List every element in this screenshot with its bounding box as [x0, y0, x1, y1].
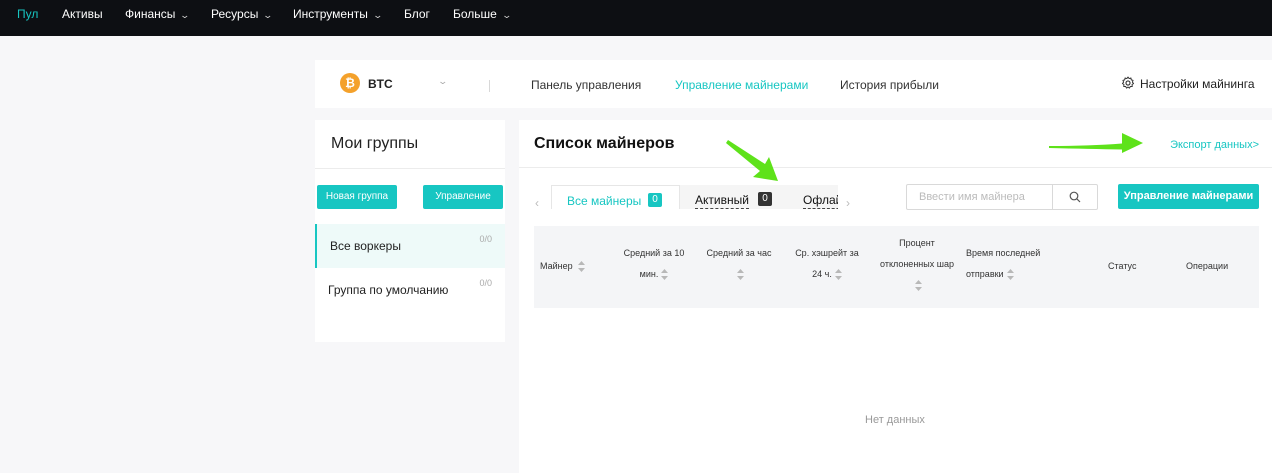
column-last-submit[interactable]: Время последней отправки: [966, 243, 1056, 285]
nav-blog-label: Блог: [404, 7, 430, 21]
nav-pool[interactable]: Пул: [17, 0, 38, 28]
export-data-link[interactable]: Экспорт данных>: [1170, 139, 1259, 151]
nav-assets-label: Активы: [62, 7, 103, 21]
column-label: мин.: [639, 269, 659, 279]
column-label: Ср. хэшрейт за: [795, 248, 859, 258]
page-title: Список майнеров: [534, 135, 675, 152]
column-status: Статус: [1108, 261, 1137, 271]
column-label: Средний за час: [706, 248, 772, 258]
nav-tools[interactable]: Инструменты ⌄: [293, 0, 383, 28]
group-item-all-workers[interactable]: Все воркеры 0/0: [315, 224, 505, 268]
divider: [519, 167, 1272, 168]
column-label: Средний за 10: [623, 248, 685, 258]
empty-state-text: Нет данных: [865, 414, 925, 426]
chevron-down-icon: ⌄: [179, 10, 191, 20]
column-operations: Операции: [1186, 261, 1229, 271]
divider: [315, 168, 505, 169]
chevron-left-icon[interactable]: ‹: [535, 196, 539, 210]
column-label: 24 ч.: [812, 269, 832, 279]
new-group-button[interactable]: Новая группа: [317, 185, 397, 209]
groups-title: Мои группы: [331, 135, 419, 152]
chevron-down-icon[interactable]: ⌄: [437, 76, 448, 87]
search-box: [906, 184, 1098, 210]
nav-finance-label: Финансы: [125, 7, 176, 21]
nav-tools-label: Инструменты: [293, 7, 368, 21]
column-miner[interactable]: Майнер: [540, 256, 586, 277]
column-label: Майнер: [540, 261, 573, 271]
nav-resources-label: Ресурсы: [211, 7, 259, 21]
sort-icon[interactable]: [834, 269, 842, 281]
bitcoin-icon: ₿: [340, 73, 360, 93]
tab-label: Активный: [695, 193, 749, 209]
tab-dashboard[interactable]: Панель управления: [531, 78, 641, 92]
column-label: отклоненных шар: [880, 259, 954, 269]
gear-icon[interactable]: [1121, 76, 1135, 90]
column-label: отправки: [966, 269, 1004, 279]
sort-icon[interactable]: [578, 261, 586, 273]
nav-blog[interactable]: Блог: [404, 0, 430, 28]
miners-panel: Список майнеров Экспорт данных> ‹ Все ма…: [519, 120, 1272, 473]
chevron-down-icon: ⌄: [262, 10, 274, 20]
group-count: 0/0: [479, 234, 492, 244]
coin-selector-label[interactable]: BTC: [368, 77, 393, 91]
group-item-default[interactable]: Группа по умолчанию 0/0: [315, 268, 505, 312]
sort-icon[interactable]: [915, 280, 922, 292]
column-avg-10min[interactable]: Средний за 10 мин.: [614, 243, 694, 285]
group-name: Группа по умолчанию: [328, 283, 449, 297]
manage-groups-button[interactable]: Управление: [423, 185, 503, 209]
column-label: Время последней: [966, 248, 1041, 258]
nav-more-label: Больше: [453, 7, 497, 21]
column-rejected-shares[interactable]: Процент отклоненных шар: [871, 233, 963, 296]
search-input[interactable]: [907, 185, 1053, 209]
search-icon[interactable]: [1069, 191, 1081, 203]
sort-icon[interactable]: [1006, 269, 1014, 281]
tab-label: Офлайн: [803, 193, 838, 209]
column-label: Процент: [899, 238, 935, 248]
groups-panel: Мои группы Новая группа Управление Все в…: [315, 120, 505, 342]
divider: [489, 80, 490, 92]
chevron-right-icon[interactable]: ›: [846, 196, 850, 210]
count-badge: 0: [758, 192, 772, 206]
tab-miner-management[interactable]: Управление майнерами: [675, 78, 808, 92]
tab-offline[interactable]: Офлайн: [803, 185, 838, 209]
column-avg-24h[interactable]: Ср. хэшрейт за 24 ч.: [786, 243, 868, 285]
tab-label: Все майнеры: [567, 194, 642, 208]
nav-resources[interactable]: Ресурсы ⌄: [211, 0, 274, 28]
chevron-down-icon: ⌄: [501, 10, 512, 20]
count-badge: 0: [648, 193, 662, 207]
nav-more[interactable]: Больше ⌄: [453, 0, 512, 28]
mining-settings-link[interactable]: Настройки майнинга: [1140, 77, 1255, 91]
tab-earnings-history[interactable]: История прибыли: [840, 78, 939, 92]
column-avg-hour[interactable]: Средний за час: [697, 243, 781, 285]
group-name: Все воркеры: [330, 239, 401, 253]
tabs-scroll: Активный 0 Офлайн: [680, 185, 838, 209]
top-navigation: Пул Активы Финансы ⌄ Ресурсы ⌄ Инструменты…: [0, 0, 1272, 36]
manage-miners-button[interactable]: Управление майнерами: [1118, 184, 1259, 209]
chevron-down-icon: ⌄: [372, 10, 383, 20]
tab-all-miners[interactable]: Все майнеры 0: [551, 185, 680, 209]
group-count: 0/0: [479, 278, 492, 288]
sort-icon[interactable]: [661, 269, 669, 281]
table-header: Майнер Средний за 10 мин. Средний за час…: [534, 226, 1259, 308]
nav-finance[interactable]: Финансы ⌄: [125, 0, 191, 28]
sort-icon[interactable]: [737, 269, 744, 281]
nav-pool-label: Пул: [17, 7, 39, 21]
nav-assets[interactable]: Активы: [62, 0, 103, 28]
tab-active[interactable]: Активный 0: [680, 185, 800, 209]
coin-header-bar: ₿ BTC ⌄ Панель управления Управление май…: [315, 60, 1272, 108]
